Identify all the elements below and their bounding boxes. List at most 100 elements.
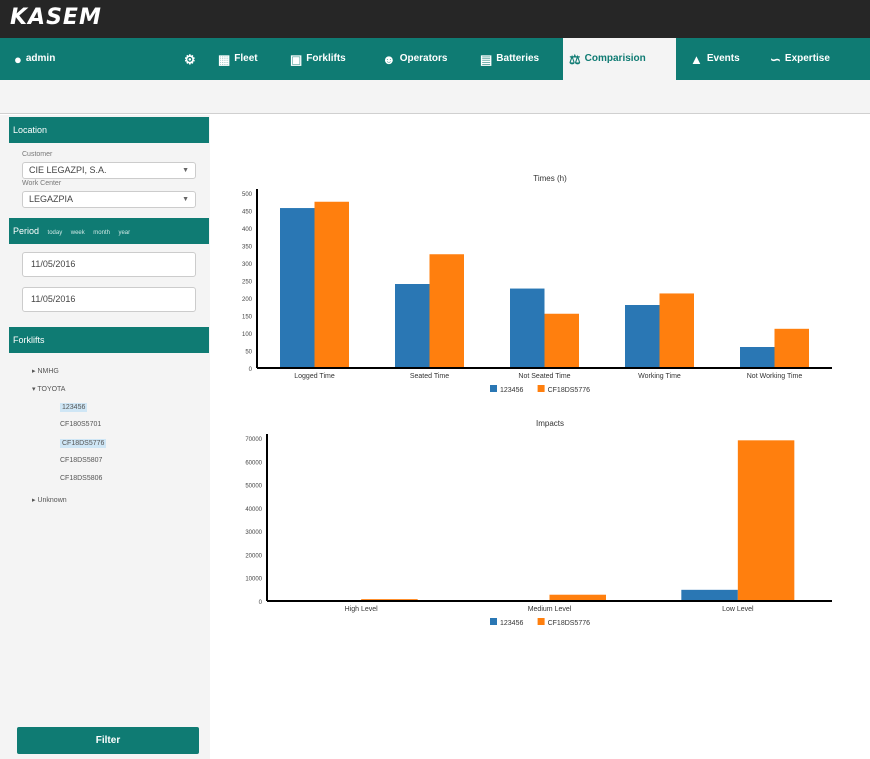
y-tick-label: 100 [242,332,253,338]
nav-fleet-label: Fleet [234,53,258,64]
y-tick-label: 500 [242,192,253,198]
forklifts-title: Forklifts [13,335,45,345]
gear-icon: ⚙ [184,51,196,67]
y-tick-label: 0 [259,600,263,606]
user-name: admin [25,53,56,64]
period-option-month[interactable]: month [93,230,110,236]
x-tick-label: Logged Time [294,373,335,380]
period-option-year[interactable]: year [118,230,130,236]
times-chart: Times (h) 0 50 100 150 200 250 300 350 400 450 500 L… [242,174,832,394]
customer-label: Customer [22,151,53,158]
y-tick-label: 150 [242,315,253,321]
legend-swatch [490,618,497,625]
tree-item-cf18ds5776[interactable]: CF18DS5776 [60,439,107,448]
date-from-input[interactable]: 11/05/2016 [22,252,196,277]
nav-fleet[interactable]: ▦ Fleet [212,38,264,80]
bar-123456 [280,208,315,368]
chart-title: Times (h) [533,174,567,183]
filter-button[interactable]: Filter [17,727,199,754]
x-tick-label: Not Seated Time [518,373,570,380]
y-tick-label: 0 [249,367,253,373]
tree-item-cf18ds5806[interactable]: CF18DS5806 [60,475,102,482]
user-menu[interactable]: ● admin [8,38,61,80]
customer-select[interactable]: CIE LEGAZPI, S.A. ▼ [22,162,196,179]
y-tick-label: 300 [242,262,253,268]
tree-node-unknown[interactable]: ▸ Unknown [32,496,67,504]
battery-icon: ▤ [480,51,493,67]
nav-operators[interactable]: ☻ Operators [376,38,453,80]
legend-label: CF18DS5776 [548,387,591,394]
legend-swatch [537,618,545,625]
grid-icon: ▦ [218,51,231,67]
y-tick-label: 40000 [245,507,262,513]
period-option-week[interactable]: week [71,230,85,236]
nav-forklifts[interactable]: ▣ Forklifts [284,38,352,80]
bar-cf18ds5776 [429,254,464,368]
y-tick-label: 250 [242,280,253,286]
nav-expertise[interactable]: ∽ Expertise [764,38,836,80]
nav-forklifts-label: Forklifts [306,53,346,64]
period-option-today[interactable]: today [48,230,63,236]
bar-cf18ds5776 [544,313,579,368]
tree-label: Unknown [37,497,67,504]
bar-123456 [681,589,738,601]
forklift-icon: ▣ [290,51,303,67]
top-bar: KASEM [0,0,870,38]
tree-node-toyota[interactable]: ▾ TOYOTA [32,385,65,393]
nav-comparision[interactable]: ⚖ Comparision [563,38,676,80]
sub-toolbar [0,80,870,114]
app-logo: KASEM [10,5,102,30]
forklifts-section-header[interactable]: Forklifts [9,327,209,353]
location-section-header[interactable]: Location [9,117,209,143]
tree-item-123456[interactable]: 123456 [60,403,88,412]
operator-icon: ☻ [382,51,396,67]
bar-123456 [740,347,775,368]
x-tick-label: Medium Level [528,606,572,613]
bar-cf18ds5776 [774,328,809,368]
work-center-value: LEGAZPIA [29,194,74,204]
user-icon: ● [14,51,22,67]
x-tick-label: Not Working Time [747,373,803,380]
work-center-label: Work Center [22,180,62,187]
legend-label: CF18DS5776 [548,620,591,627]
bar-123456 [510,288,545,368]
period-section-header: Period today week month year [9,218,209,244]
y-tick-label: 30000 [245,530,262,536]
legend-swatch [537,385,545,392]
tree-label: NMHG [37,368,59,375]
nav-batteries-label: Batteries [496,53,540,64]
tree-item-cf180s5701[interactable]: CF180S5701 [60,421,101,428]
filter-sidebar: Location Customer CIE LEGAZPI, S.A. ▼ Wo… [0,115,210,759]
y-tick-label: 10000 [245,577,262,583]
bell-icon: ▲ [690,51,703,67]
y-tick-label: 50 [245,350,252,356]
legend-label: 123456 [500,620,523,627]
y-tick-label: 200 [242,297,253,303]
chart-title: Impacts [536,419,564,428]
work-center-select[interactable]: LEGAZPIA ▼ [22,191,196,208]
legend-swatch [490,385,497,392]
tree-node-nmhg[interactable]: ▸ NMHG [32,367,59,375]
date-to-input[interactable]: 11/05/2016 [22,287,196,312]
nav-events[interactable]: ▲ Events [684,38,746,80]
nav-operators-label: Operators [399,53,448,64]
tree-label: TOYOTA [37,386,66,393]
chevron-down-icon: ▼ [182,196,189,203]
bar-cf18ds5776 [737,440,795,601]
y-tick-label: 20000 [245,553,262,559]
bar-123456 [625,305,660,368]
nav-batteries[interactable]: ▤ Batteries [474,38,545,80]
x-tick-label: High Level [345,606,379,613]
period-title: Period [13,226,40,236]
y-tick-label: 450 [242,210,253,216]
chart-icon: ∽ [770,51,781,67]
y-tick-label: 60000 [245,460,262,466]
legend-label: 123456 [500,387,523,394]
y-tick-label: 70000 [245,437,262,443]
y-tick-label: 50000 [245,484,262,490]
nav-expertise-label: Expertise [784,53,830,64]
settings-button[interactable]: ⚙ [178,38,202,80]
bar-cf18ds5776 [659,293,694,368]
tree-item-cf18ds5807[interactable]: CF18DS5807 [60,457,102,464]
nav-events-label: Events [706,53,740,64]
